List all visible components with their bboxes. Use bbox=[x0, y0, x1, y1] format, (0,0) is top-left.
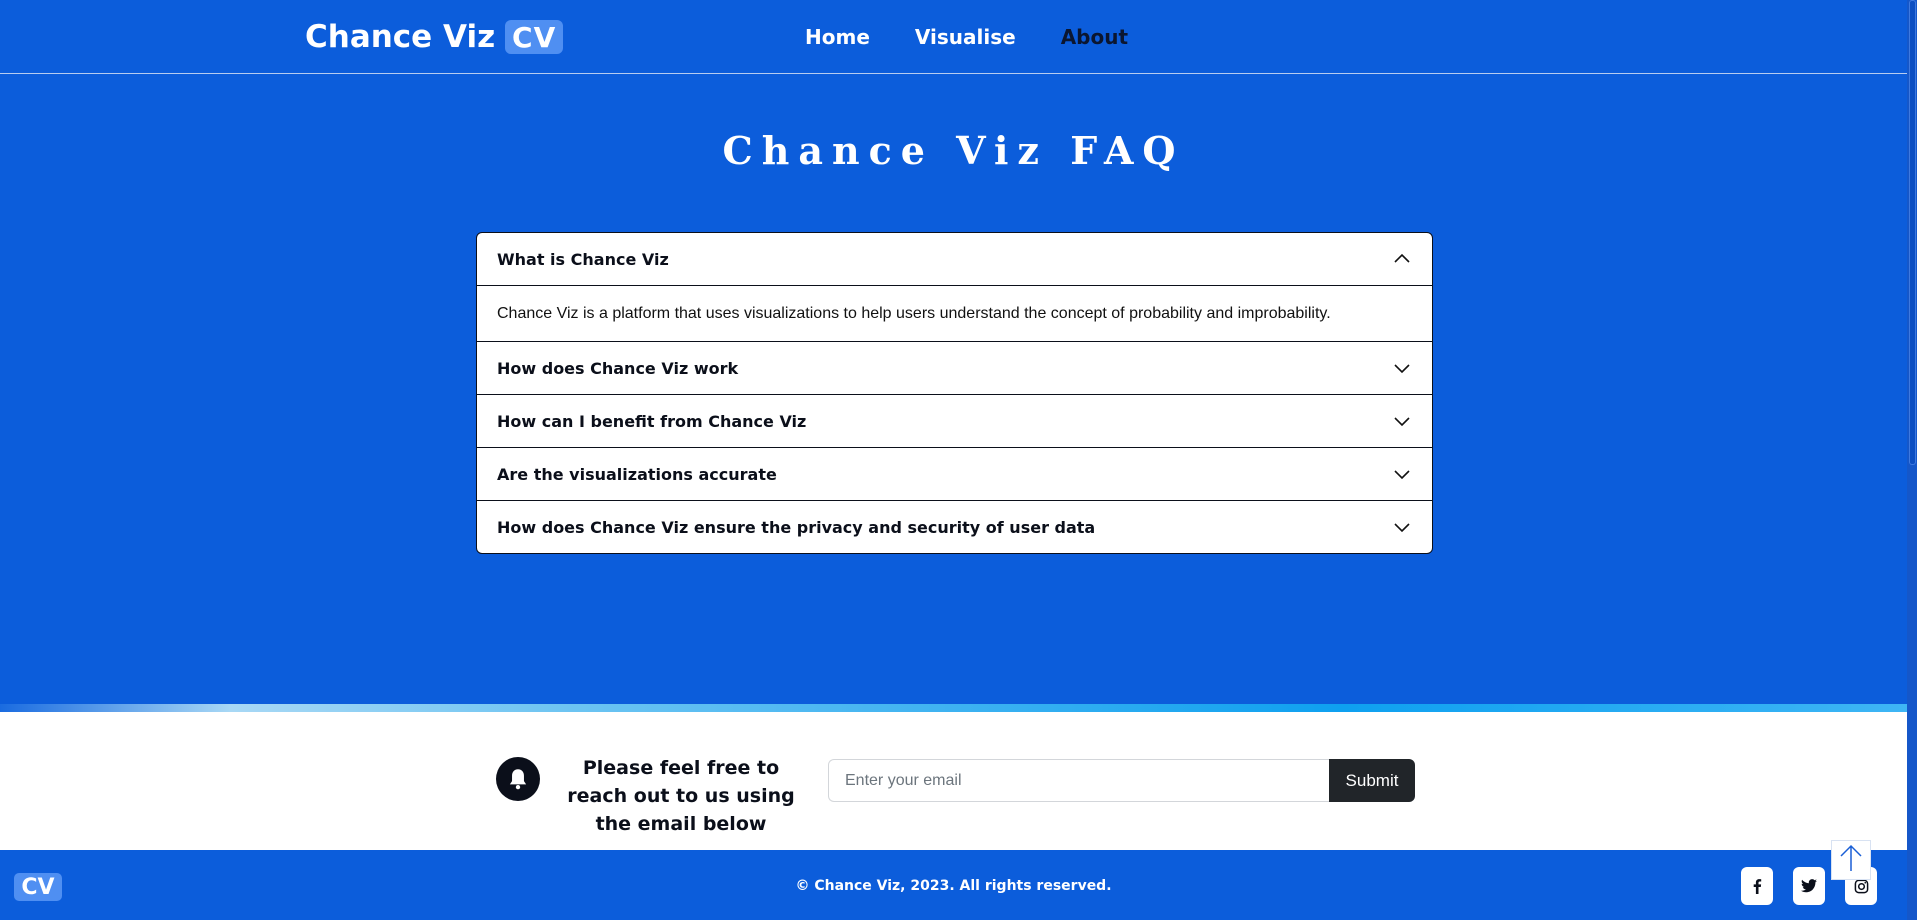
chevron-down-icon bbox=[1392, 411, 1412, 431]
nav-link-home[interactable]: Home bbox=[805, 22, 870, 52]
faq-question: How does Chance Viz work bbox=[497, 358, 739, 378]
chevron-down-icon bbox=[1392, 358, 1412, 378]
chevron-down-icon bbox=[1392, 464, 1412, 484]
brand-name: Chance Viz bbox=[305, 19, 496, 55]
navbar: Chance Viz CV Home Visualise About bbox=[0, 0, 1917, 74]
email-form: Submit bbox=[828, 759, 1415, 802]
faq-question: How does Chance Viz ensure the privacy a… bbox=[497, 517, 1096, 537]
faq-question-button[interactable]: How does Chance Viz ensure the privacy a… bbox=[477, 501, 1432, 553]
nav-link-visualise[interactable]: Visualise bbox=[915, 22, 1016, 52]
chevron-down-icon bbox=[1392, 517, 1412, 537]
chevron-up-icon bbox=[1392, 249, 1412, 269]
submit-button[interactable]: Submit bbox=[1329, 759, 1415, 802]
twitter-icon[interactable] bbox=[1793, 867, 1825, 905]
page-title: Chance Viz FAQ bbox=[722, 128, 1185, 173]
email-input[interactable] bbox=[828, 759, 1329, 802]
copyright-text: © Chance Viz, 2023. All rights reserved. bbox=[795, 878, 1112, 894]
brand-badge: CV bbox=[505, 20, 564, 54]
faq-item: How can I benefit from Chance Viz bbox=[477, 395, 1432, 448]
scroll-to-top-button[interactable] bbox=[1831, 840, 1871, 880]
bell-icon bbox=[496, 757, 540, 801]
faq-item: What is Chance Viz Chance Viz is a platf… bbox=[477, 233, 1432, 342]
footer: CV © Chance Viz, 2023. All rights reserv… bbox=[0, 850, 1917, 920]
contact-message: Please feel free to reach out to us usin… bbox=[567, 757, 795, 835]
faq-question-button[interactable]: How does Chance Viz work bbox=[477, 342, 1432, 394]
arrow-up-icon bbox=[1838, 843, 1864, 878]
faq-item: How does Chance Viz ensure the privacy a… bbox=[477, 501, 1432, 553]
faq-item: Are the visualizations accurate bbox=[477, 448, 1432, 501]
faq-accordion: What is Chance Viz Chance Viz is a platf… bbox=[476, 232, 1433, 554]
nav-links: Home Visualise About bbox=[805, 22, 1128, 52]
faq-question: Are the visualizations accurate bbox=[497, 464, 777, 484]
section-divider bbox=[0, 704, 1917, 712]
faq-question-button[interactable]: What is Chance Viz bbox=[477, 233, 1432, 285]
faq-question: What is Chance Viz bbox=[497, 249, 669, 269]
faq-question: How can I benefit from Chance Viz bbox=[497, 411, 807, 431]
nav-link-about[interactable]: About bbox=[1061, 22, 1128, 52]
faq-question-button[interactable]: How can I benefit from Chance Viz bbox=[477, 395, 1432, 447]
faq-answer: Chance Viz is a platform that uses visua… bbox=[477, 285, 1432, 341]
brand-logo-link[interactable]: Chance Viz CV bbox=[305, 18, 564, 56]
faq-question-button[interactable]: Are the visualizations accurate bbox=[477, 448, 1432, 500]
scrollbar-thumb[interactable] bbox=[1909, 0, 1916, 465]
faq-item: How does Chance Viz work bbox=[477, 342, 1432, 395]
contact-section: Please feel free to reach out to us usin… bbox=[0, 712, 1917, 850]
facebook-icon[interactable] bbox=[1741, 867, 1773, 905]
